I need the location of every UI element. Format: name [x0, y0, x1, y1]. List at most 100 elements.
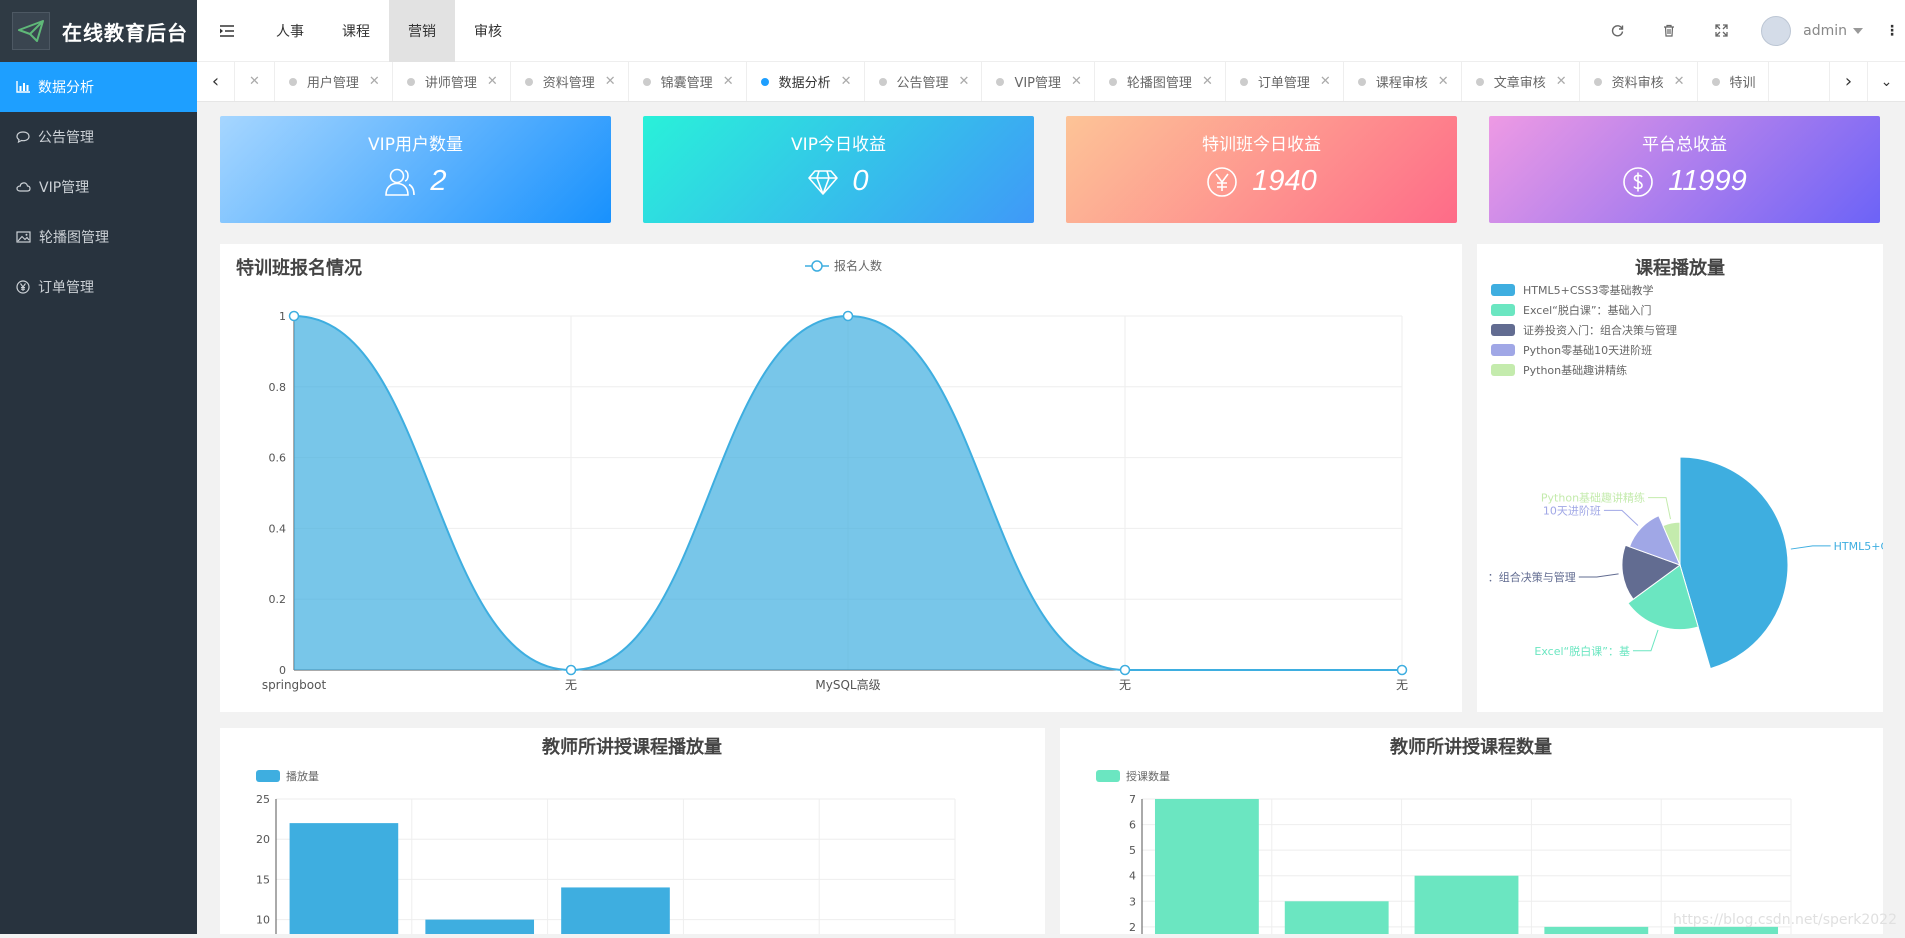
close-icon[interactable]: ✕ [1202, 74, 1213, 89]
legend-label: 证券投资入门：组合决策与管理 [1523, 323, 1677, 337]
sidebar-item-vip[interactable]: VIP管理 [0, 162, 197, 212]
close-icon[interactable]: ✕ [959, 74, 970, 89]
tab-label: 锦囊管理 [661, 72, 713, 91]
legend-label: 授课数量 [1126, 769, 1170, 783]
nav-item-courses[interactable]: 课程 [323, 0, 389, 62]
tab-data-analysis[interactable]: 数据分析✕ [747, 62, 865, 102]
tab-dot [525, 78, 533, 86]
close-icon[interactable]: ✕ [1438, 74, 1449, 89]
menu-fold-button[interactable] [197, 25, 257, 37]
stat-card-total-revenue: 平台总收益 11999 [1489, 116, 1880, 223]
y-tick-label: 0.2 [269, 593, 287, 606]
sidebar-item-orders[interactable]: 订单管理 [0, 262, 197, 312]
tab-label: 资料审核 [1612, 72, 1664, 91]
nav-item-marketing[interactable]: 营销 [389, 0, 455, 62]
close-icon[interactable]: ✕ [1320, 74, 1331, 89]
legend-swatch [1491, 364, 1515, 376]
tab-vip[interactable]: VIP管理✕ [982, 62, 1094, 102]
slice-label: ：组合决策与管理 [1488, 570, 1576, 584]
close-icon[interactable]: ✕ [1674, 74, 1685, 89]
page-tabs: ✕ 用户管理✕ 讲师管理✕ 资料管理✕ 锦囊管理 ✕ 数据分析✕ 公告管理✕ VI… [235, 62, 1829, 102]
legend-swatch [1491, 324, 1515, 336]
tab-material-review[interactable]: 资料审核 ✕ [1580, 62, 1698, 102]
yen-circle-icon [16, 280, 30, 294]
chart-title: 教师所讲授课程播放量 [542, 736, 722, 758]
username[interactable]: admin [1803, 23, 1847, 39]
area-fill [294, 316, 1402, 670]
close-icon[interactable]: ✕ [1071, 74, 1082, 89]
tab-training[interactable]: 特训 [1698, 62, 1769, 102]
legend-label: 报名人数 [834, 258, 882, 273]
sidebar-item-label: 订单管理 [38, 277, 94, 297]
image-icon [16, 231, 31, 243]
tab-orders[interactable]: 订单管理✕ [1226, 62, 1344, 102]
tab-dot [289, 78, 297, 86]
logo[interactable]: 在线教育后台 [0, 0, 197, 62]
label-leader [1791, 546, 1831, 549]
tab-users[interactable]: 用户管理✕ [275, 62, 393, 102]
tab-carousel[interactable]: 轮播图管理✕ [1095, 62, 1226, 102]
refresh-icon [1611, 24, 1624, 37]
card-title: VIP用户数量 [220, 130, 611, 155]
legend-swatch [1096, 770, 1120, 782]
close-icon[interactable]: ✕ [723, 74, 734, 89]
tab-dot [1476, 78, 1484, 86]
tab-dot [761, 78, 769, 86]
nav-item-review[interactable]: 审核 [455, 0, 521, 62]
data-point [1121, 666, 1130, 675]
card-title: 平台总收益 [1489, 130, 1880, 155]
chart-panel-course-plays: 课程播放量 HTML5+CSS3零基础教学Excel“脱白课”：基础入门证券投资… [1477, 244, 1883, 712]
card-body: 0 [643, 165, 1034, 198]
card-value: 2 [430, 165, 446, 198]
stat-card-vip-today: VIP今日收益 0 [643, 116, 1034, 223]
tab-article-review[interactable]: 文章审核✕ [1462, 62, 1580, 102]
tab-dot [1712, 78, 1720, 86]
close-icon[interactable]: ✕ [841, 74, 852, 89]
bar-chart: 教师所讲授课程数量 授课数量234567 [1060, 728, 1883, 934]
bar [561, 887, 670, 934]
slice-label: 10天进阶班 [1543, 503, 1601, 517]
pie-slice [1680, 457, 1788, 669]
close-icon[interactable]: ✕ [369, 74, 380, 89]
close-icon[interactable]: ✕ [487, 74, 498, 89]
user-icon [384, 167, 416, 197]
sidebar-item-announcements[interactable]: 公告管理 [0, 112, 197, 162]
close-icon[interactable]: ✕ [1556, 74, 1567, 89]
tab-dot [996, 78, 1004, 86]
slice-label: Python基础趣讲精练 [1541, 491, 1645, 505]
tab-materials[interactable]: 资料管理✕ [511, 62, 629, 102]
legend-label: Excel“脱白课”：基础入门 [1523, 303, 1652, 317]
chevron-down-icon[interactable] [1853, 28, 1863, 34]
bar-chart: 教师所讲授课程播放量 播放量10152025 [220, 728, 1045, 934]
chat-icon [16, 131, 30, 143]
top-nav: 人事 课程 营销 审核 [257, 0, 521, 62]
refresh-button[interactable] [1591, 24, 1643, 37]
chart-panel-teacher-courses: 教师所讲授课程数量 授课数量234567 [1060, 728, 1883, 934]
close-icon[interactable]: ✕ [249, 74, 260, 89]
avatar[interactable] [1761, 16, 1791, 46]
card-value: 1940 [1252, 165, 1317, 198]
sidebar-item-carousel[interactable]: 轮播图管理 [0, 212, 197, 262]
clear-cache-button[interactable] [1643, 24, 1695, 37]
tab-options-button[interactable]: ⌄ [1867, 62, 1905, 102]
y-tick-label: 0.4 [269, 522, 287, 535]
tab-scroll-left-button[interactable]: ‹ [197, 62, 235, 102]
chart-title: 特训班报名情况 [236, 257, 362, 279]
cloud-icon [16, 181, 31, 193]
tab-tips[interactable]: 锦囊管理 ✕ [629, 62, 747, 102]
close-icon[interactable]: ✕ [605, 74, 616, 89]
more-vertical-icon[interactable]: ⋮ [1885, 28, 1899, 34]
card-title: VIP今日收益 [643, 130, 1034, 155]
tab-announcements[interactable]: 公告管理✕ [865, 62, 983, 102]
fullscreen-button[interactable] [1695, 24, 1747, 37]
tab-dot [407, 78, 415, 86]
nav-item-personnel[interactable]: 人事 [257, 0, 323, 62]
tab-course-review[interactable]: 课程审核✕ [1344, 62, 1462, 102]
data-point [844, 312, 853, 321]
legend-swatch [256, 770, 280, 782]
card-body: 1940 [1066, 165, 1457, 198]
sidebar-item-data-analysis[interactable]: 数据分析 [0, 62, 197, 112]
x-tick-label: 无 [565, 678, 577, 692]
tab-scroll-right-button[interactable]: › [1829, 62, 1867, 102]
tab-teachers[interactable]: 讲师管理✕ [393, 62, 511, 102]
